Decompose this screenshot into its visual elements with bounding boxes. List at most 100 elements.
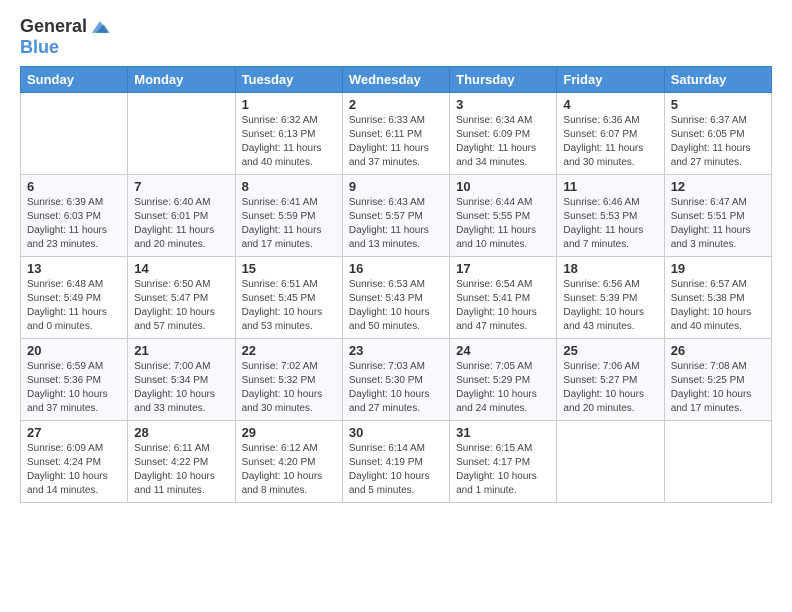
day-number: 16 (349, 261, 443, 276)
day-info: Sunrise: 6:41 AM Sunset: 5:59 PM Dayligh… (242, 196, 336, 252)
day-info: Sunrise: 7:03 AM Sunset: 5:30 PM Dayligh… (349, 360, 443, 416)
col-saturday: Saturday (664, 66, 771, 92)
calendar-cell: 4 Sunrise: 6:36 AM Sunset: 6:07 PM Daylig… (557, 92, 664, 174)
day-info: Sunrise: 6:33 AM Sunset: 6:11 PM Dayligh… (349, 114, 443, 170)
day-info: Sunrise: 6:50 AM Sunset: 5:47 PM Dayligh… (134, 278, 228, 334)
day-number: 19 (671, 261, 765, 276)
day-number: 4 (563, 97, 657, 112)
day-number: 14 (134, 261, 228, 276)
calendar-cell: 5 Sunrise: 6:37 AM Sunset: 6:05 PM Daylig… (664, 92, 771, 174)
day-number: 5 (671, 97, 765, 112)
calendar-cell: 30 Sunrise: 6:14 AM Sunset: 4:19 PM Dayli… (342, 420, 449, 502)
day-number: 18 (563, 261, 657, 276)
calendar-cell: 3Sunrise: 6:34 AM Sunset: 6:09 PM Daylig… (450, 92, 557, 174)
day-number: 2 (349, 97, 443, 112)
day-number: 29 (242, 425, 336, 440)
day-number: 17 (456, 261, 550, 276)
calendar-cell: 24 Sunrise: 7:05 AM Sunset: 5:29 PM Dayli… (450, 338, 557, 420)
day-info: Sunrise: 6:51 AM Sunset: 5:45 PM Dayligh… (242, 278, 336, 334)
day-info: Sunrise: 7:00 AM Sunset: 5:34 PM Dayligh… (134, 360, 228, 416)
day-number: 24 (456, 343, 550, 358)
day-info: Sunrise: 6:32 AM Sunset: 6:13 PM Dayligh… (242, 114, 336, 170)
day-number: 22 (242, 343, 336, 358)
day-number: 13 (27, 261, 121, 276)
day-number: 9 (349, 179, 443, 194)
week-row-3: 13Sunrise: 6:48 AM Sunset: 5:49 PM Dayli… (21, 256, 772, 338)
col-thursday: Thursday (450, 66, 557, 92)
col-friday: Friday (557, 66, 664, 92)
day-info: Sunrise: 6:56 AM Sunset: 5:39 PM Dayligh… (563, 278, 657, 334)
day-info: Sunrise: 6:59 AM Sunset: 5:36 PM Dayligh… (27, 360, 121, 416)
day-number: 10 (456, 179, 550, 194)
calendar-cell: 13Sunrise: 6:48 AM Sunset: 5:49 PM Dayli… (21, 256, 128, 338)
calendar-cell: 8Sunrise: 6:41 AM Sunset: 5:59 PM Daylig… (235, 174, 342, 256)
calendar-cell: 22 Sunrise: 7:02 AM Sunset: 5:32 PM Dayli… (235, 338, 342, 420)
day-info: Sunrise: 6:40 AM Sunset: 6:01 PM Dayligh… (134, 196, 228, 252)
logo-text-general: General (20, 17, 87, 37)
calendar-cell: 27Sunrise: 6:09 AM Sunset: 4:24 PM Dayli… (21, 420, 128, 502)
calendar-cell: 17 Sunrise: 6:54 AM Sunset: 5:41 PM Dayli… (450, 256, 557, 338)
page: General Blue Sunday Monday Tuesday (0, 0, 792, 612)
day-number: 12 (671, 179, 765, 194)
day-number: 7 (134, 179, 228, 194)
day-number: 6 (27, 179, 121, 194)
day-info: Sunrise: 6:57 AM Sunset: 5:38 PM Dayligh… (671, 278, 765, 334)
day-number: 21 (134, 343, 228, 358)
day-info: Sunrise: 6:15 AM Sunset: 4:17 PM Dayligh… (456, 442, 550, 498)
calendar-cell (21, 92, 128, 174)
calendar-cell: 20 Sunrise: 6:59 AM Sunset: 5:36 PM Dayli… (21, 338, 128, 420)
calendar-cell: 21 Sunrise: 7:00 AM Sunset: 5:34 PM Dayli… (128, 338, 235, 420)
day-info: Sunrise: 6:36 AM Sunset: 6:07 PM Dayligh… (563, 114, 657, 170)
week-row-1: 1Sunrise: 6:32 AM Sunset: 6:13 PM Daylig… (21, 92, 772, 174)
day-info: Sunrise: 6:54 AM Sunset: 5:41 PM Dayligh… (456, 278, 550, 334)
logo-icon (89, 16, 111, 38)
day-info: Sunrise: 7:05 AM Sunset: 5:29 PM Dayligh… (456, 360, 550, 416)
calendar-cell: 28Sunrise: 6:11 AM Sunset: 4:22 PM Dayli… (128, 420, 235, 502)
day-info: Sunrise: 7:06 AM Sunset: 5:27 PM Dayligh… (563, 360, 657, 416)
calendar-cell: 1Sunrise: 6:32 AM Sunset: 6:13 PM Daylig… (235, 92, 342, 174)
day-info: Sunrise: 6:53 AM Sunset: 5:43 PM Dayligh… (349, 278, 443, 334)
day-info: Sunrise: 6:12 AM Sunset: 4:20 PM Dayligh… (242, 442, 336, 498)
day-number: 31 (456, 425, 550, 440)
day-number: 27 (27, 425, 121, 440)
calendar-cell: 19 Sunrise: 6:57 AM Sunset: 5:38 PM Dayli… (664, 256, 771, 338)
day-info: Sunrise: 7:08 AM Sunset: 5:25 PM Dayligh… (671, 360, 765, 416)
calendar-cell: 23 Sunrise: 7:03 AM Sunset: 5:30 PM Dayli… (342, 338, 449, 420)
calendar-cell: 9 Sunrise: 6:43 AM Sunset: 5:57 PM Daylig… (342, 174, 449, 256)
day-number: 11 (563, 179, 657, 194)
calendar-cell (128, 92, 235, 174)
calendar-cell: 26 Sunrise: 7:08 AM Sunset: 5:25 PM Dayli… (664, 338, 771, 420)
day-info: Sunrise: 7:02 AM Sunset: 5:32 PM Dayligh… (242, 360, 336, 416)
col-wednesday: Wednesday (342, 66, 449, 92)
day-info: Sunrise: 6:39 AM Sunset: 6:03 PM Dayligh… (27, 196, 121, 252)
calendar-cell: 6 Sunrise: 6:39 AM Sunset: 6:03 PM Daylig… (21, 174, 128, 256)
header-row: Sunday Monday Tuesday Wednesday Thursday… (21, 66, 772, 92)
day-info: Sunrise: 6:43 AM Sunset: 5:57 PM Dayligh… (349, 196, 443, 252)
day-number: 25 (563, 343, 657, 358)
col-monday: Monday (128, 66, 235, 92)
calendar-cell: 14 Sunrise: 6:50 AM Sunset: 5:47 PM Dayli… (128, 256, 235, 338)
day-number: 30 (349, 425, 443, 440)
day-info: Sunrise: 6:44 AM Sunset: 5:55 PM Dayligh… (456, 196, 550, 252)
week-row-4: 20 Sunrise: 6:59 AM Sunset: 5:36 PM Dayli… (21, 338, 772, 420)
day-info: Sunrise: 6:37 AM Sunset: 6:05 PM Dayligh… (671, 114, 765, 170)
day-number: 26 (671, 343, 765, 358)
calendar-cell: 16 Sunrise: 6:53 AM Sunset: 5:43 PM Dayli… (342, 256, 449, 338)
day-info: Sunrise: 6:14 AM Sunset: 4:19 PM Dayligh… (349, 442, 443, 498)
calendar-cell: 2 Sunrise: 6:33 AM Sunset: 6:11 PM Daylig… (342, 92, 449, 174)
calendar-cell: 31 Sunrise: 6:15 AM Sunset: 4:17 PM Dayli… (450, 420, 557, 502)
calendar-table: Sunday Monday Tuesday Wednesday Thursday… (20, 66, 772, 503)
day-info: Sunrise: 6:47 AM Sunset: 5:51 PM Dayligh… (671, 196, 765, 252)
calendar-cell: 25 Sunrise: 7:06 AM Sunset: 5:27 PM Dayli… (557, 338, 664, 420)
col-tuesday: Tuesday (235, 66, 342, 92)
logo: General Blue (20, 16, 111, 58)
col-sunday: Sunday (21, 66, 128, 92)
calendar-cell: 15 Sunrise: 6:51 AM Sunset: 5:45 PM Dayli… (235, 256, 342, 338)
calendar-cell: 18 Sunrise: 6:56 AM Sunset: 5:39 PM Dayli… (557, 256, 664, 338)
day-number: 23 (349, 343, 443, 358)
day-number: 20 (27, 343, 121, 358)
calendar-cell: 11Sunrise: 6:46 AM Sunset: 5:53 PM Dayli… (557, 174, 664, 256)
calendar-cell: 7 Sunrise: 6:40 AM Sunset: 6:01 PM Daylig… (128, 174, 235, 256)
header: General Blue (20, 16, 772, 58)
day-number: 15 (242, 261, 336, 276)
